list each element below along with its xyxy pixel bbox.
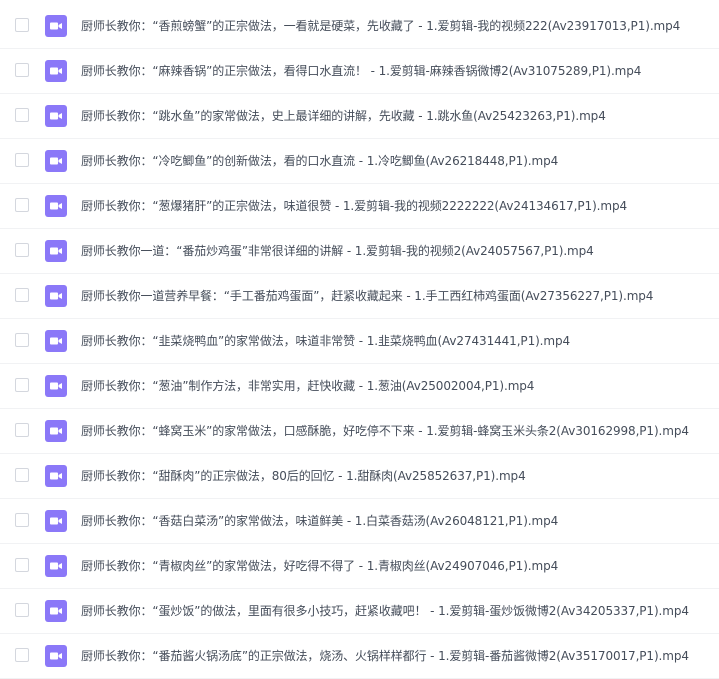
file-name[interactable]: 厨师长教你：“麻辣香锅”的正宗做法，看得口水直流！ - 1.爱剪辑-麻辣香锅微博…	[81, 63, 641, 79]
row-checkbox[interactable]	[15, 108, 29, 122]
video-file-icon	[45, 375, 67, 397]
file-row[interactable]: 厨师长教你：“葱油”制作方法，非常实用，赶快收藏 - 1.葱油(Av250020…	[0, 364, 719, 409]
file-name[interactable]: 厨师长教你：“青椒肉丝”的家常做法，好吃得不得了 - 1.青椒肉丝(Av2490…	[81, 558, 558, 574]
file-name[interactable]: 厨师长教你：“香菇白菜汤”的家常做法，味道鲜美 - 1.白菜香菇汤(Av2604…	[81, 513, 558, 529]
video-file-icon	[45, 105, 67, 127]
video-file-icon	[45, 330, 67, 352]
video-file-icon	[45, 645, 67, 667]
video-file-icon	[45, 600, 67, 622]
row-checkbox[interactable]	[15, 558, 29, 572]
file-name[interactable]: 厨师长教你：“番茄酱火锅汤底”的正宗做法，烧汤、火锅样样都行 - 1.爱剪辑-番…	[81, 648, 689, 664]
file-name[interactable]: 厨师长教你：“香煎螃蟹”的正宗做法，一看就是硬菜，先收藏了 - 1.爱剪辑-我的…	[81, 18, 680, 34]
video-file-icon	[45, 465, 67, 487]
row-checkbox[interactable]	[15, 243, 29, 257]
row-checkbox[interactable]	[15, 378, 29, 392]
file-row[interactable]: 厨师长教你：“冷吃鲫鱼”的创新做法，看的口水直流 - 1.冷吃鲫鱼(Av2621…	[0, 139, 719, 184]
row-checkbox[interactable]	[15, 288, 29, 302]
row-checkbox[interactable]	[15, 333, 29, 347]
row-checkbox[interactable]	[15, 153, 29, 167]
row-checkbox[interactable]	[15, 198, 29, 212]
file-row[interactable]: 厨师长教你：“韭菜烧鸭血”的家常做法，味道非常赞 - 1.韭菜烧鸭血(Av274…	[0, 319, 719, 364]
file-row[interactable]: 厨师长教你：“番茄酱火锅汤底”的正宗做法，烧汤、火锅样样都行 - 1.爱剪辑-番…	[0, 634, 719, 679]
video-file-icon	[45, 195, 67, 217]
video-file-icon	[45, 150, 67, 172]
video-file-icon	[45, 555, 67, 577]
file-row[interactable]: 厨师长教你：“香煎螃蟹”的正宗做法，一看就是硬菜，先收藏了 - 1.爱剪辑-我的…	[0, 4, 719, 49]
file-row[interactable]: 厨师长教你：“葱爆猪肝”的正宗做法，味道很赞 - 1.爱剪辑-我的视频22222…	[0, 184, 719, 229]
row-checkbox[interactable]	[15, 18, 29, 32]
row-checkbox[interactable]	[15, 468, 29, 482]
file-row[interactable]: 厨师长教你：“甜酥肉”的正宗做法，80后的回忆 - 1.甜酥肉(Av258526…	[0, 454, 719, 499]
file-name[interactable]: 厨师长教你：“冷吃鲫鱼”的创新做法，看的口水直流 - 1.冷吃鲫鱼(Av2621…	[81, 153, 558, 169]
file-name[interactable]: 厨师长教你：“葱油”制作方法，非常实用，赶快收藏 - 1.葱油(Av250020…	[81, 378, 534, 394]
file-row[interactable]: 厨师长教你：“蜂窝玉米”的家常做法，口感酥脆，好吃停不下来 - 1.爱剪辑-蜂窝…	[0, 409, 719, 454]
file-name[interactable]: 厨师长教你一道：“番茄炒鸡蛋”非常很详细的讲解 - 1.爱剪辑-我的视频2(Av…	[81, 243, 594, 259]
row-checkbox[interactable]	[15, 648, 29, 662]
row-checkbox[interactable]	[15, 423, 29, 437]
row-checkbox[interactable]	[15, 603, 29, 617]
video-file-icon	[45, 240, 67, 262]
file-row[interactable]: 厨师长教你一道：“番茄炒鸡蛋”非常很详细的讲解 - 1.爱剪辑-我的视频2(Av…	[0, 229, 719, 274]
file-name[interactable]: 厨师长教你：“甜酥肉”的正宗做法，80后的回忆 - 1.甜酥肉(Av258526…	[81, 468, 526, 484]
video-file-icon	[45, 420, 67, 442]
video-file-icon	[45, 60, 67, 82]
file-name[interactable]: 厨师长教你一道营养早餐：“手工番茄鸡蛋面”，赶紧收藏起来 - 1.手工西红柿鸡蛋…	[81, 288, 653, 304]
file-name[interactable]: 厨师长教你：“跳水鱼”的家常做法，史上最详细的讲解，先收藏 - 1.跳水鱼(Av…	[81, 108, 606, 124]
file-name[interactable]: 厨师长教你：“韭菜烧鸭血”的家常做法，味道非常赞 - 1.韭菜烧鸭血(Av274…	[81, 333, 570, 349]
row-checkbox[interactable]	[15, 63, 29, 77]
file-row[interactable]: 厨师长教你：“麻辣香锅”的正宗做法，看得口水直流！ - 1.爱剪辑-麻辣香锅微博…	[0, 49, 719, 94]
video-file-icon	[45, 15, 67, 37]
file-name[interactable]: 厨师长教你：“蜂窝玉米”的家常做法，口感酥脆，好吃停不下来 - 1.爱剪辑-蜂窝…	[81, 423, 689, 439]
file-name[interactable]: 厨师长教你：“葱爆猪肝”的正宗做法，味道很赞 - 1.爱剪辑-我的视频22222…	[81, 198, 627, 214]
video-file-icon	[45, 285, 67, 307]
file-list: 厨师长教你：“香煎螃蟹”的正宗做法，一看就是硬菜，先收藏了 - 1.爱剪辑-我的…	[0, 4, 719, 679]
file-name[interactable]: 厨师长教你：“蛋炒饭”的做法，里面有很多小技巧，赶紧收藏吧！ - 1.爱剪辑-蛋…	[81, 603, 689, 619]
file-row[interactable]: 厨师长教你：“青椒肉丝”的家常做法，好吃得不得了 - 1.青椒肉丝(Av2490…	[0, 544, 719, 589]
row-checkbox[interactable]	[15, 513, 29, 527]
file-row[interactable]: 厨师长教你：“蛋炒饭”的做法，里面有很多小技巧，赶紧收藏吧！ - 1.爱剪辑-蛋…	[0, 589, 719, 634]
file-row[interactable]: 厨师长教你：“跳水鱼”的家常做法，史上最详细的讲解，先收藏 - 1.跳水鱼(Av…	[0, 94, 719, 139]
file-row[interactable]: 厨师长教你：“香菇白菜汤”的家常做法，味道鲜美 - 1.白菜香菇汤(Av2604…	[0, 499, 719, 544]
video-file-icon	[45, 510, 67, 532]
file-row[interactable]: 厨师长教你一道营养早餐：“手工番茄鸡蛋面”，赶紧收藏起来 - 1.手工西红柿鸡蛋…	[0, 274, 719, 319]
